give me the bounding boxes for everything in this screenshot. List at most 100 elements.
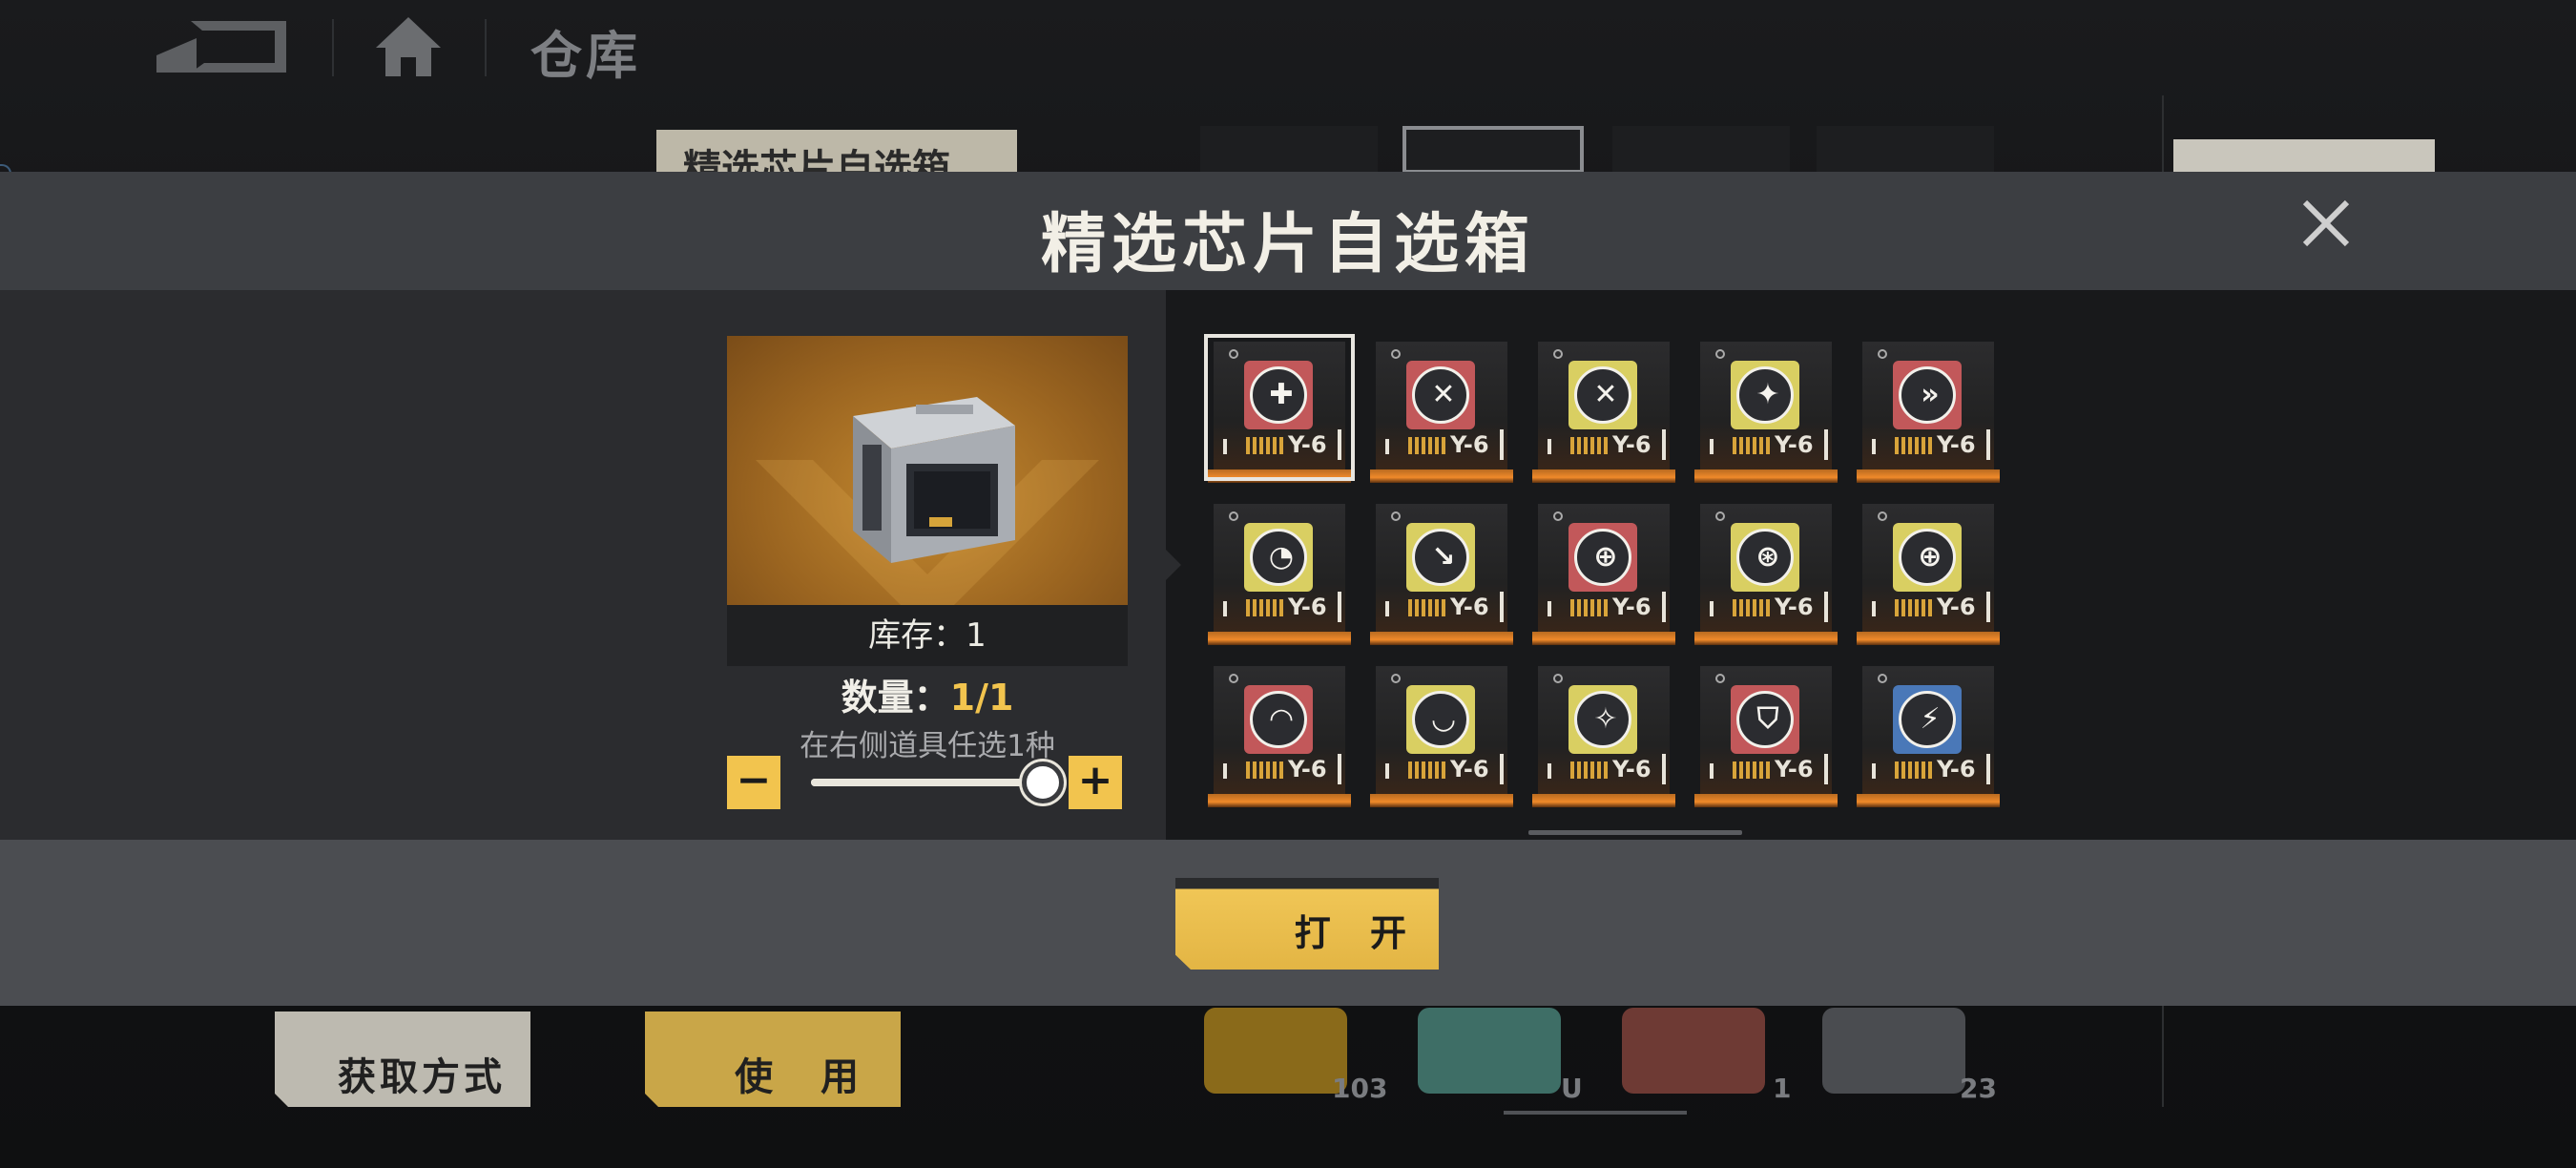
chip-option[interactable]: ✚ Y-6 — [1204, 334, 1355, 489]
rarity-glow — [1532, 794, 1675, 807]
topbar-separator — [332, 19, 334, 76]
chip-dot — [1715, 511, 1725, 521]
chip-option[interactable]: ⚡ Y-6 — [1857, 662, 2000, 813]
chip-option[interactable]: ⊕ Y-6 — [1532, 500, 1675, 651]
quantity-slider-handle[interactable] — [1022, 761, 1064, 803]
item-icon[interactable] — [1822, 1008, 1965, 1094]
chip-ring: ⚡ — [1899, 691, 1956, 748]
item-count: 23 — [1960, 1073, 1997, 1104]
chip-option[interactable]: ✧ Y-6 — [1532, 662, 1675, 813]
quantity-slider-fill — [811, 779, 1044, 786]
chip-pin — [1872, 601, 1876, 616]
chip-ring: ✕ — [1412, 366, 1469, 424]
chip-option[interactable]: ✕ Y-6 — [1532, 338, 1675, 489]
chip-ring: ✦ — [1736, 366, 1794, 424]
chip-grid-scrollbar[interactable] — [1528, 830, 1742, 835]
item-thumbnail[interactable] — [1200, 126, 1378, 174]
bullet-spark-icon: ✦ — [1755, 378, 1780, 411]
rarity-glow — [1532, 469, 1675, 483]
chip-option[interactable]: ⛉ Y-6 — [1694, 662, 1838, 813]
chip-option[interactable]: ✕ Y-6 — [1370, 338, 1513, 489]
chip-pipe — [1662, 592, 1666, 622]
chip-dot — [1391, 674, 1401, 683]
chip-badge: ⊕ — [1568, 523, 1637, 592]
aim-icon: ⊕ — [1918, 540, 1942, 574]
chip-level-bars — [1895, 437, 1933, 454]
chip-level-bars — [1733, 761, 1771, 779]
chip-dot — [1878, 674, 1887, 683]
rarity-glow — [1208, 794, 1351, 807]
item-icon[interactable] — [1418, 1008, 1561, 1094]
chip-badge: ◠ — [1244, 685, 1313, 754]
shield-icon: ⛉ — [1756, 702, 1779, 736]
chip-level-bars — [1895, 599, 1933, 616]
item-thumbnail-selected[interactable] — [1402, 126, 1584, 174]
home-button[interactable] — [374, 15, 443, 78]
chip-pin — [1223, 601, 1227, 616]
chip-level: Y-6 — [1937, 756, 1976, 782]
chip-ring: ◡ — [1412, 691, 1469, 748]
rarity-glow — [1857, 632, 2000, 645]
item-icon[interactable] — [1622, 1008, 1765, 1094]
chip-pipe — [1824, 754, 1828, 784]
item-thumbnail[interactable] — [1817, 126, 1994, 174]
chip-option[interactable]: » Y-6 — [1857, 338, 2000, 489]
crossed-tools-icon: ✕ — [1431, 378, 1456, 411]
chip-option[interactable]: ◡ Y-6 — [1370, 662, 1513, 813]
target-icon: ⊛ — [1755, 540, 1780, 574]
chip-dot — [1553, 674, 1563, 683]
stock-value: 1 — [966, 616, 987, 655]
item-thumbnail[interactable] — [1612, 126, 1790, 174]
chip-dot — [1553, 511, 1563, 521]
chip-ring: ⊛ — [1736, 529, 1794, 586]
chip-pin — [1872, 439, 1876, 454]
chip-option[interactable]: ✦ Y-6 — [1694, 338, 1838, 489]
chip-dot — [1715, 349, 1725, 359]
item-count: 1 — [1773, 1073, 1792, 1104]
close-button[interactable] — [2297, 195, 2355, 252]
quantity-value: 1/1 — [949, 677, 1014, 719]
chip-pipe — [1986, 754, 1990, 784]
chip-pin — [1710, 601, 1714, 616]
dash-arrows-icon: » — [1921, 378, 1940, 411]
rarity-glow — [1694, 632, 1838, 645]
item-icon[interactable] — [1204, 1008, 1347, 1094]
chip-badge: ◔ — [1244, 523, 1313, 592]
get-method-button[interactable]: 获取方式 — [275, 1012, 530, 1107]
rarity-glow — [1857, 469, 2000, 483]
chip-pin — [1548, 601, 1551, 616]
list-scrollbar[interactable] — [1504, 1111, 1687, 1115]
chip-option[interactable]: ⊛ Y-6 — [1694, 500, 1838, 651]
chip-pipe — [1338, 754, 1341, 784]
chip-level-bars — [1570, 599, 1609, 616]
chip-pin — [1385, 601, 1389, 616]
ripple-icon: ◠ — [1270, 702, 1293, 736]
chip-level: Y-6 — [1937, 594, 1976, 620]
chip-level-bars — [1895, 761, 1933, 779]
chip-level-bars — [1246, 599, 1284, 616]
chip-pipe — [1662, 429, 1666, 460]
chip-option[interactable]: ⊕ Y-6 — [1857, 500, 2000, 651]
chip-badge: ✦ — [1731, 361, 1799, 429]
decrease-quantity-button[interactable]: − — [727, 756, 780, 809]
back-button[interactable] — [153, 17, 296, 78]
chip-option[interactable]: ↘ Y-6 — [1370, 500, 1513, 651]
back-arrow-icon — [156, 21, 286, 73]
chip-badge: ✧ — [1568, 685, 1637, 754]
chip-option[interactable]: ◠ Y-6 — [1208, 662, 1351, 813]
chip-level-bars — [1408, 761, 1446, 779]
stock-display: 库存：1 — [727, 605, 1128, 666]
chip-dot — [1391, 349, 1401, 359]
use-button[interactable]: 使 用 — [645, 1012, 901, 1107]
chip-option[interactable]: ◔ Y-6 — [1208, 500, 1351, 651]
panel-pointer-icon — [1166, 550, 1181, 580]
chip-pipe — [1824, 429, 1828, 460]
open-button[interactable]: 打 开 — [1175, 878, 1439, 970]
quantity-slider[interactable] — [811, 779, 1044, 786]
item-count: 103 — [1332, 1073, 1388, 1104]
chip-pin — [1710, 763, 1714, 779]
page-title: 仓库 — [530, 26, 641, 86]
increase-quantity-button[interactable]: + — [1069, 756, 1122, 809]
chip-ring: ◔ — [1250, 529, 1307, 586]
swirl-icon: ◔ — [1268, 540, 1295, 574]
